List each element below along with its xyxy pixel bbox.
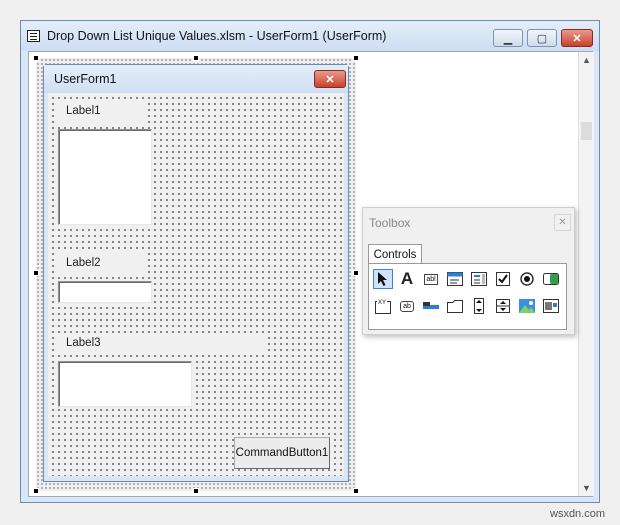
scroll-up-icon[interactable]: ▲ — [579, 52, 594, 68]
window-titlebar[interactable]: Drop Down List Unique Values.xlsm - User… — [21, 21, 599, 51]
close-button[interactable]: ✕ — [561, 29, 593, 47]
multipage-tool-icon[interactable] — [445, 296, 465, 316]
select-objects-icon[interactable] — [373, 269, 393, 289]
listbox1[interactable] — [58, 129, 152, 225]
scroll-thumb[interactable] — [581, 122, 592, 140]
scroll-down-icon[interactable]: ▼ — [579, 480, 594, 496]
userform[interactable]: UserForm1 ✕ Label1 Label2 Label3 Command… — [43, 64, 349, 482]
toolbox-controls-page: A abl XY ab — [368, 263, 567, 330]
vertical-scrollbar[interactable]: ▲ ▼ — [578, 52, 594, 496]
commandbutton1[interactable]: CommandButton1 — [234, 437, 330, 469]
textbox-tool-icon[interactable]: abl — [421, 269, 441, 289]
tab-controls[interactable]: Controls — [368, 244, 422, 264]
window-title: Drop Down List Unique Values.xlsm - User… — [47, 29, 387, 43]
togglebutton-tool-icon[interactable] — [541, 269, 561, 289]
listbox-tool-icon[interactable] — [469, 269, 489, 289]
tabstrip-tool-icon[interactable] — [421, 296, 441, 316]
label-tool-icon[interactable]: A — [397, 269, 417, 289]
resize-handle[interactable] — [353, 488, 359, 494]
toolbox-window[interactable]: Toolbox ✕ Controls A abl XY ab — [362, 207, 575, 335]
frame-glyph: XY — [378, 300, 386, 306]
spinbutton-tool-icon[interactable] — [493, 296, 513, 316]
userform-title: UserForm1 — [54, 72, 117, 86]
watermark: wsxdn.com — [550, 508, 606, 520]
commandbutton-glyph: ab — [400, 300, 414, 312]
checkbox-tool-icon[interactable] — [493, 269, 513, 289]
label1[interactable]: Label1 — [56, 101, 146, 123]
refedit-tool-icon[interactable] — [541, 296, 561, 316]
optionbutton-tool-icon[interactable] — [517, 269, 537, 289]
userform-close-button[interactable]: ✕ — [314, 70, 346, 88]
image-tool-icon[interactable] — [517, 296, 537, 316]
label3[interactable]: Label3 — [56, 333, 266, 355]
resize-handle[interactable] — [353, 270, 359, 276]
toolbox-close-button[interactable]: ✕ — [554, 214, 571, 231]
userform-grid[interactable]: Label1 Label2 Label3 CommandButton1 — [48, 93, 344, 476]
frame-tool-icon[interactable]: XY — [373, 296, 393, 316]
resize-handle[interactable] — [353, 55, 359, 61]
textbox-glyph: abl — [424, 273, 438, 285]
minimize-button[interactable]: ▁ — [493, 29, 523, 47]
maximize-button[interactable]: ▢ — [527, 29, 557, 47]
toolbox-title: Toolbox — [369, 216, 411, 230]
resize-handle[interactable] — [33, 270, 39, 276]
resize-handle[interactable] — [193, 488, 199, 494]
resize-handle[interactable] — [193, 55, 199, 61]
scrollbar-tool-icon[interactable] — [469, 296, 489, 316]
userform-titlebar[interactable]: UserForm1 ✕ — [44, 65, 348, 93]
form-window-icon — [27, 30, 40, 42]
textbox1[interactable] — [58, 361, 192, 407]
combobox1[interactable] — [58, 281, 152, 303]
commandbutton-tool-icon[interactable]: ab — [397, 296, 417, 316]
label2[interactable]: Label2 — [56, 253, 146, 275]
resize-handle[interactable] — [33, 55, 39, 61]
resize-handle[interactable] — [33, 488, 39, 494]
combobox-tool-icon[interactable] — [445, 269, 465, 289]
